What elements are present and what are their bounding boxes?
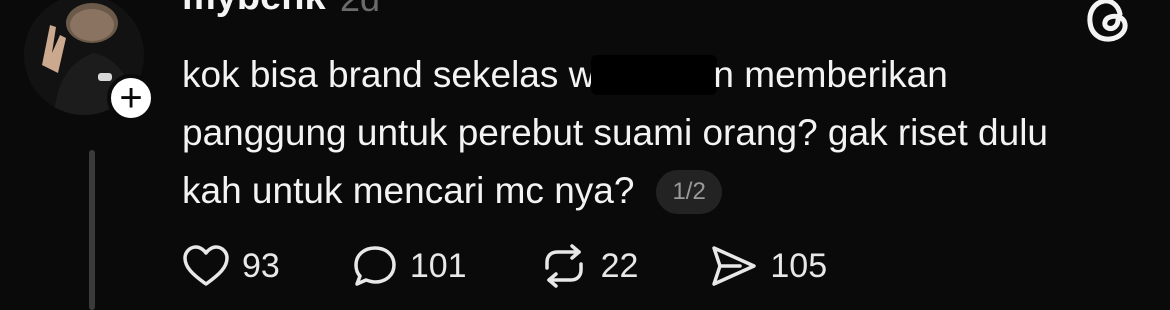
follow-button[interactable]: +	[107, 74, 155, 122]
reply-button[interactable]: 101	[352, 244, 467, 288]
post-text-part1: kok bisa brand sekelas w	[182, 54, 596, 95]
thread-line	[89, 150, 95, 310]
post-text: kok bisa brand sekelas wn memberikan pan…	[182, 46, 1082, 220]
repost-count: 22	[600, 246, 639, 285]
send-icon	[712, 246, 757, 286]
share-count: 105	[770, 246, 828, 285]
like-button[interactable]: 93	[182, 244, 280, 288]
action-bar: 93 101 22 105	[182, 244, 899, 288]
timestamp: 2d	[340, 0, 380, 20]
like-count: 93	[242, 246, 280, 285]
speech-bubble-icon	[354, 246, 396, 286]
repost-button[interactable]: 22	[539, 244, 639, 288]
share-button[interactable]: 105	[710, 244, 827, 288]
page-indicator[interactable]: 1/2	[656, 170, 722, 214]
username[interactable]: mybenk	[182, 0, 326, 19]
repost-arrows-icon	[544, 244, 583, 288]
heart-icon	[183, 245, 229, 286]
plus-icon: +	[119, 76, 143, 120]
redaction-block	[591, 55, 718, 95]
threads-logo-icon[interactable]	[1082, 0, 1134, 46]
reply-count: 101	[409, 246, 467, 285]
